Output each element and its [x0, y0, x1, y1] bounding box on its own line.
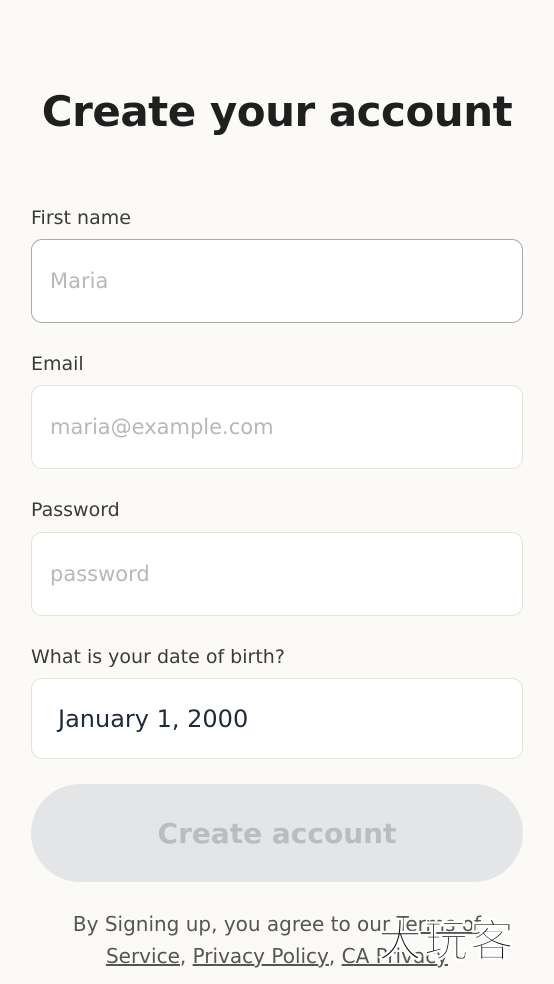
date-of-birth-value: January 1, 2000 [58, 704, 249, 733]
page-title: Create your account [41, 87, 513, 136]
date-of-birth-picker[interactable]: January 1, 2000 [31, 678, 523, 759]
watermark-logo: 大玩客 [378, 916, 516, 968]
terms-separator: , [328, 944, 342, 968]
email-label: Email [31, 353, 84, 375]
email-input[interactable] [31, 385, 523, 469]
create-account-button[interactable]: Create account [31, 784, 523, 882]
first-name-label: First name [31, 207, 131, 229]
dob-label: What is your date of birth? [31, 646, 285, 668]
terms-prefix: By Signing up, you agree to our [72, 912, 397, 936]
password-label: Password [31, 499, 120, 521]
terms-separator: , [179, 944, 193, 968]
password-input[interactable] [31, 532, 523, 616]
first-name-input[interactable] [31, 239, 523, 323]
privacy-policy-link[interactable]: Privacy Policy [193, 944, 329, 968]
